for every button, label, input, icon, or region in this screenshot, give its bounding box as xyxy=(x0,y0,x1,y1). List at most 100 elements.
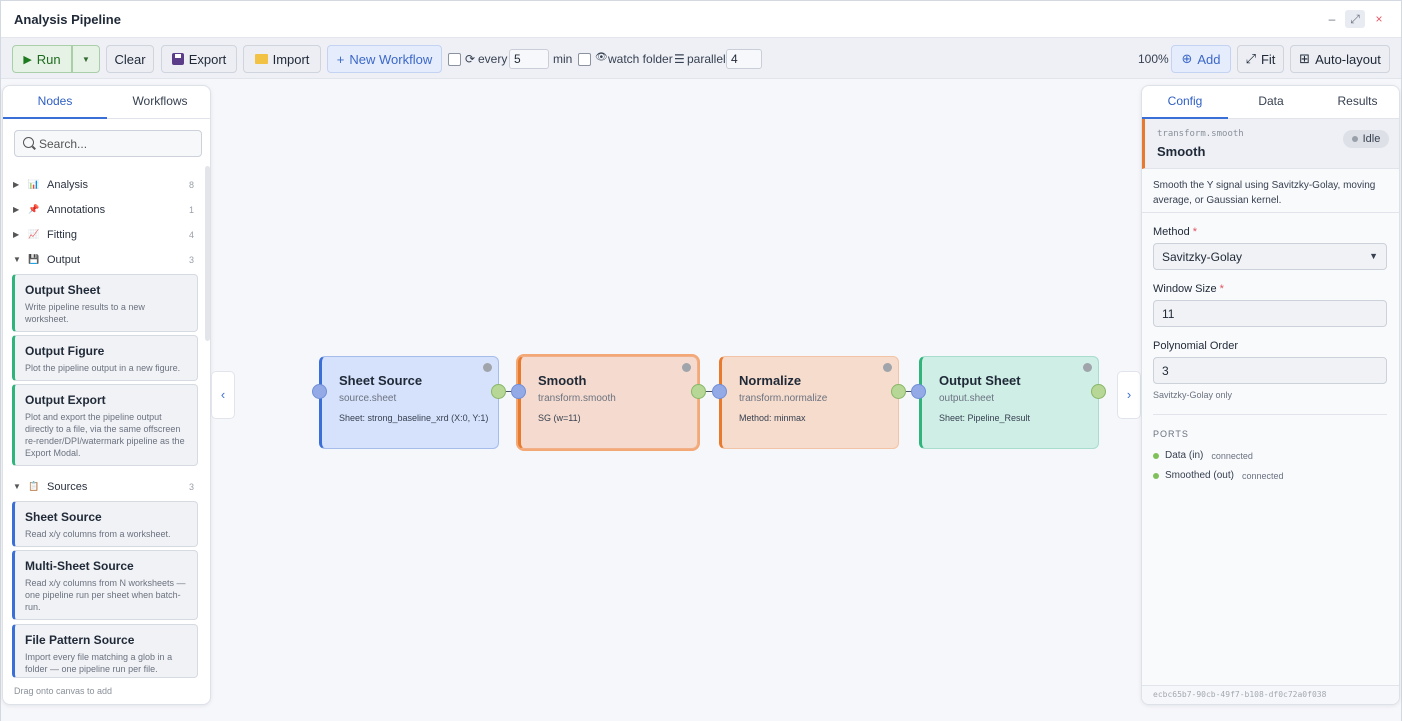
category-count: 4 xyxy=(189,230,195,240)
new-workflow-label: New Workflow xyxy=(349,51,433,67)
clear-label: Clear xyxy=(114,51,146,67)
port-state: connected xyxy=(1211,450,1253,461)
add-node-button[interactable]: ⊕ Add xyxy=(1171,45,1231,73)
add-circle-icon: ⊕ xyxy=(1181,51,1193,66)
eye-icon: 👁 xyxy=(595,52,608,63)
node-card-file-pattern-source[interactable]: File Pattern Source Import every file ma… xyxy=(12,624,198,678)
auto-layout-button[interactable]: ⊞ Auto-layout xyxy=(1290,45,1390,73)
new-workflow-button[interactable]: + New Workflow xyxy=(327,45,442,73)
window-size-label: Window Size * xyxy=(1153,283,1224,295)
output-port[interactable] xyxy=(691,384,706,399)
tab-config[interactable]: Config xyxy=(1142,86,1228,119)
polynomial-order-value: 3 xyxy=(1162,364,1169,378)
node-smooth[interactable]: Smooth transform.smooth SG (w=11) xyxy=(518,356,698,449)
status-dot xyxy=(682,363,691,372)
watch-folder-checkbox[interactable] xyxy=(578,53,591,66)
input-port[interactable] xyxy=(911,384,926,399)
chevron-right-icon: ▶ xyxy=(13,230,20,239)
status-dot xyxy=(883,363,892,372)
auto-run-checkbox[interactable] xyxy=(448,53,461,66)
fit-view-button[interactable]: ⤢ Fit xyxy=(1237,45,1284,73)
run-label: Run xyxy=(36,51,61,67)
output-port[interactable] xyxy=(491,384,506,399)
clear-button[interactable]: Clear xyxy=(106,45,154,73)
node-name: Smooth xyxy=(1157,144,1206,159)
run-dropdown-button[interactable]: ▼ xyxy=(72,45,100,73)
category-sources[interactable]: ▼ 📋 Sources 3 xyxy=(3,478,203,498)
chevron-left-icon: ‹ xyxy=(220,387,226,402)
chevron-down-icon: ▼ xyxy=(13,255,21,264)
pin-icon: 📌 xyxy=(28,204,40,214)
node-library-panel: Nodes Workflows ▶ 📊 Analysis 8 ▶ 📌 Annot… xyxy=(2,85,211,705)
tab-data[interactable]: Data xyxy=(1228,86,1314,119)
save-icon xyxy=(171,53,184,65)
card-description: Plot the pipeline output in a new figure… xyxy=(25,363,181,373)
node-title: Sheet Source xyxy=(339,373,423,388)
node-title: Output Sheet xyxy=(939,373,1021,388)
category-output[interactable]: ▼ 💾 Output 3 xyxy=(3,251,203,271)
port-name: Data (in) xyxy=(1165,450,1204,461)
node-params: Sheet: strong_baseline_xrd (X:0, Y:1) xyxy=(339,413,489,423)
node-card-output-sheet[interactable]: Output Sheet Write pipeline results to a… xyxy=(12,274,198,332)
input-port[interactable] xyxy=(312,384,327,399)
tab-workflows[interactable]: Workflows xyxy=(108,86,210,119)
input-port[interactable] xyxy=(511,384,526,399)
category-fitting[interactable]: ▶ 📈 Fitting 4 xyxy=(3,226,203,246)
node-type: transform.smooth xyxy=(538,393,616,404)
interval-unit: min xyxy=(553,52,573,66)
method-select[interactable]: Savitzky-Golay ▼ xyxy=(1153,243,1387,270)
watch-folder-label: watch folder xyxy=(608,52,673,66)
node-type: transform.smooth xyxy=(1157,129,1244,139)
polynomial-order-input[interactable]: 3 xyxy=(1153,357,1387,384)
window-size-label-text: Window Size xyxy=(1153,283,1217,295)
import-button[interactable]: Import xyxy=(243,45,321,73)
node-card-output-figure[interactable]: Output Figure Plot the pipeline output i… xyxy=(12,335,198,381)
node-title: Normalize xyxy=(739,373,802,388)
status-badge: Idle xyxy=(1343,130,1389,148)
collapse-left-panel-button[interactable]: ‹ xyxy=(211,371,235,419)
minimize-icon[interactable]: – xyxy=(1322,10,1342,28)
tab-results[interactable]: Results xyxy=(1314,86,1399,119)
title-bar: Analysis Pipeline – ⤢ × xyxy=(1,1,1401,38)
caret-down-icon: ▼ xyxy=(1369,251,1378,261)
export-button[interactable]: Export xyxy=(161,45,237,73)
maximize-icon[interactable]: ⤢ xyxy=(1345,10,1365,28)
parallel-input[interactable] xyxy=(726,49,762,69)
node-type: output.sheet xyxy=(939,393,995,404)
interval-input[interactable] xyxy=(509,49,549,69)
category-label: Annotations xyxy=(47,204,106,216)
category-count: 3 xyxy=(189,255,195,265)
right-tabs: Config Data Results xyxy=(1142,86,1399,119)
collapse-right-panel-button[interactable]: › xyxy=(1117,371,1141,419)
card-title: Output Export xyxy=(25,393,106,407)
category-label: Fitting xyxy=(47,229,77,241)
run-button[interactable]: ▶ Run xyxy=(12,45,72,73)
node-card-output-export[interactable]: Output Export Plot and export the pipeli… xyxy=(12,384,198,466)
play-icon: ▶ xyxy=(23,53,32,66)
required-mark: * xyxy=(1219,283,1224,295)
category-annotations[interactable]: ▶ 📌 Annotations 1 xyxy=(3,201,203,221)
card-description: Read x/y columns from a worksheet. xyxy=(25,529,171,539)
card-title: Sheet Source xyxy=(25,510,102,524)
node-normalize[interactable]: Normalize transform.normalize Method: mi… xyxy=(719,356,899,449)
output-port[interactable] xyxy=(1091,384,1106,399)
node-description: Smooth the Y signal using Savitzky-Golay… xyxy=(1153,180,1376,206)
card-title: Output Sheet xyxy=(25,283,101,297)
search-input[interactable] xyxy=(39,135,194,153)
window-size-input[interactable]: 11 xyxy=(1153,300,1387,327)
method-value: Savitzky-Golay xyxy=(1162,250,1243,264)
category-analysis[interactable]: ▶ 📊 Analysis 8 xyxy=(3,176,203,196)
node-card-sheet-source[interactable]: Sheet Source Read x/y columns from a wor… xyxy=(12,501,198,547)
scrollbar[interactable] xyxy=(205,166,210,341)
output-port[interactable] xyxy=(891,384,906,399)
card-description: Import every file matching a glob in a f… xyxy=(25,652,173,674)
close-icon[interactable]: × xyxy=(1369,10,1389,28)
node-sheet-source[interactable]: Sheet Source source.sheet Sheet: strong_… xyxy=(319,356,499,449)
node-title: Smooth xyxy=(538,373,587,388)
node-output-sheet[interactable]: Output Sheet output.sheet Sheet: Pipelin… xyxy=(919,356,1099,449)
category-label: Analysis xyxy=(47,179,88,191)
tab-nodes[interactable]: Nodes xyxy=(3,86,107,119)
input-port[interactable] xyxy=(712,384,727,399)
node-card-multi-sheet-source[interactable]: Multi-Sheet Source Read x/y columns from… xyxy=(12,550,198,620)
left-tabs: Nodes Workflows xyxy=(3,86,210,119)
